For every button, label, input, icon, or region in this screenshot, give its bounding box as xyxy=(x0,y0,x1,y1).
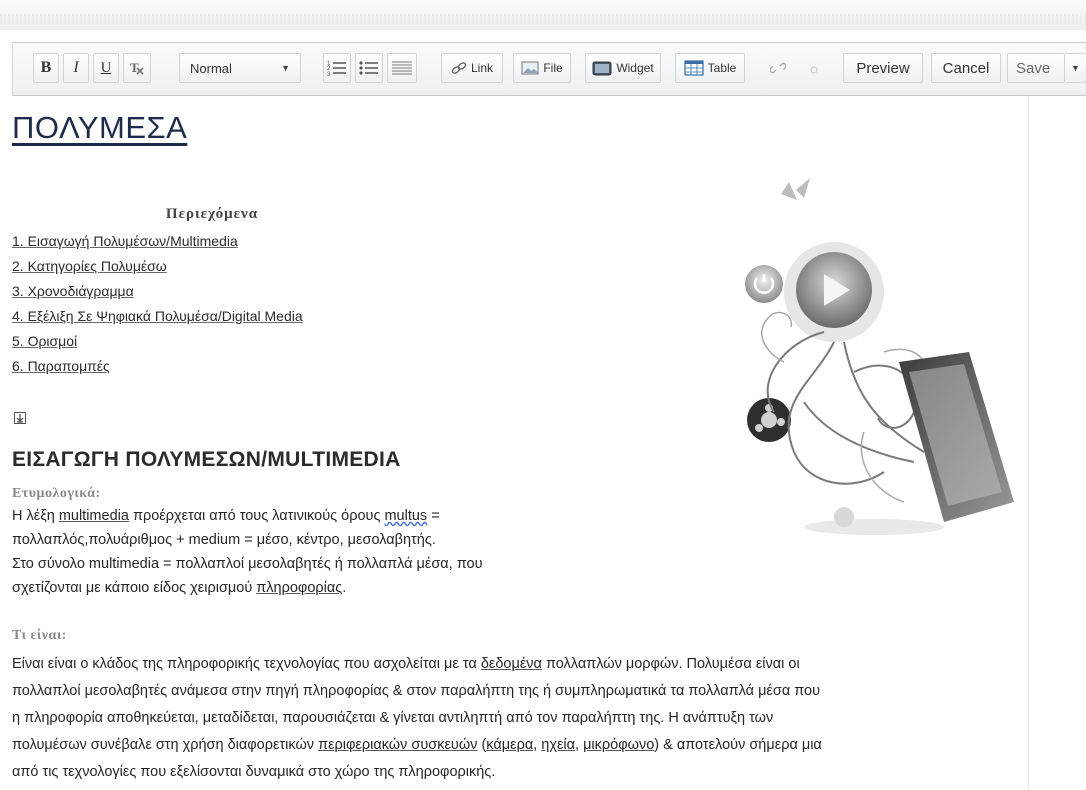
link-camera[interactable]: κάμερα xyxy=(486,737,533,753)
chevron-down-icon: ▼ xyxy=(281,63,290,73)
clear-format-icon: T xyxy=(130,60,144,75)
preview-button[interactable]: Preview xyxy=(843,53,923,83)
toc-item[interactable]: 2. Κατηγορίες Πολυμέσω xyxy=(12,254,442,279)
what-is-line: από τις τεχνολογίες που εξελίσονται δυνα… xyxy=(12,764,496,780)
table-of-contents: Περιεχόμενα 1. Εισαγωγή Πολυμέσων/Multim… xyxy=(12,206,442,379)
anchor-button[interactable] xyxy=(801,53,827,83)
widget-icon xyxy=(592,61,612,76)
editor-content[interactable]: ΠΟΛΥΜΕΣΑ Περιεχόμενα 1. Εισαγωγή Πολυμέσ… xyxy=(12,96,1029,790)
toc-item[interactable]: 3. Χρονοδιάγραμμα xyxy=(12,279,442,304)
window-top-band xyxy=(0,0,1086,30)
what-is-line: πολυμέσων συνέβαλε στη χρήση διαφορετικώ… xyxy=(12,732,1022,759)
multimedia-illustration xyxy=(745,178,1014,535)
page-title: ΠΟΛΥΜΕΣΑ xyxy=(12,110,188,145)
text: ) & αποτελούν σήμερα μια xyxy=(654,737,822,753)
save-options-dropdown[interactable]: ▼ xyxy=(1065,53,1086,83)
link-speakers[interactable]: ηχεία xyxy=(541,737,575,753)
link-button-label: Link xyxy=(470,61,493,75)
link-multimedia[interactable]: multimedia xyxy=(59,508,129,524)
text: ( xyxy=(477,737,487,753)
link-microphone[interactable]: μικρόφωνο xyxy=(583,737,654,753)
misspelled-word[interactable]: multus xyxy=(384,508,427,524)
cancel-button[interactable]: Cancel xyxy=(931,53,1001,83)
text: σχετίζονται με κάποιο είδος χειρισμού xyxy=(12,580,257,596)
underline-button[interactable]: U xyxy=(93,53,119,83)
bullet-list-button[interactable] xyxy=(355,53,383,83)
horizontal-rule-icon xyxy=(392,61,412,75)
text: . xyxy=(342,580,347,596)
save-button[interactable]: Save xyxy=(1007,53,1065,83)
toc-item[interactable]: 5. Ορισμοί xyxy=(12,329,442,354)
format-select[interactable]: Normal ▼ xyxy=(179,53,301,83)
link-button[interactable]: Link xyxy=(441,53,503,83)
what-is-paragraph: Είναι είναι ο κλάδος της πληροφορικής τε… xyxy=(12,651,1022,786)
power-icon xyxy=(745,265,783,303)
ordered-list-button[interactable]: 1 2 3 xyxy=(323,53,351,83)
bold-button[interactable]: B xyxy=(33,53,59,83)
link-peripherals[interactable]: περιφεριακών συσκευών xyxy=(318,737,477,753)
horizontal-rule-button[interactable] xyxy=(387,53,417,83)
bullet-list-icon xyxy=(359,61,378,75)
section-heading: ΕΙΣΑΓΩΓΗ ΠΟΛΥΜΕΣΩΝ/MULTIMEDIA xyxy=(12,448,401,471)
etymology-line: σχετίζονται με κάποιο είδος χειρισμού πλ… xyxy=(12,576,632,600)
table-button[interactable]: Table xyxy=(675,53,745,83)
link-data[interactable]: δεδομένα xyxy=(481,656,542,672)
etymology-paragraph: Η λέξη multimedia προέρχεται από τους λα… xyxy=(12,504,632,600)
file-button[interactable]: File xyxy=(513,53,571,83)
italic-button[interactable]: I xyxy=(63,53,89,83)
link-information[interactable]: πληροφορίας xyxy=(256,580,342,596)
text: προέρχεται από τους λατινικούς όρους xyxy=(128,508,385,524)
file-button-label: File xyxy=(543,61,563,75)
table-button-label: Table xyxy=(707,61,737,75)
ordered-list-icon: 1 2 3 xyxy=(327,61,346,77)
text: πολλαπλών μορφών. Πολυμέσα είναι οι xyxy=(541,656,800,672)
svg-text:3: 3 xyxy=(327,72,331,77)
editor-toolbar: B I U T Normal ▼ 1 2 3 Link File Widget … xyxy=(12,42,1086,96)
butterfly-icon xyxy=(781,178,810,200)
toc-item[interactable]: 1. Εισαγωγή Πολυμέσων/Multimedia xyxy=(12,229,442,254)
widget-button-label: Widget xyxy=(616,61,654,75)
format-select-value: Normal xyxy=(190,60,232,76)
unlink-button[interactable] xyxy=(765,53,791,83)
text: Η λέξη xyxy=(12,508,59,524)
table-icon xyxy=(684,60,704,76)
widget-button[interactable]: Widget xyxy=(585,53,661,83)
toc-item[interactable]: 6. Παραπομπές xyxy=(12,354,442,379)
what-is-label: Τι είναι: xyxy=(12,628,67,643)
text: Είναι είναι ο κλάδος της πληροφορικής τε… xyxy=(12,656,481,672)
what-is-line: Είναι είναι ο κλάδος της πληροφορικής τε… xyxy=(12,651,1022,678)
text: πολυμέσων συνέβαλε στη χρήση διαφορετικώ… xyxy=(12,737,319,753)
what-is-line: πολλαπλοί μεσολαβητές ανάμεσα στην πηγή … xyxy=(12,683,821,699)
chevron-down-icon: ▼ xyxy=(1071,63,1080,73)
etymology-line: Η λέξη multimedia προέρχεται από τους λα… xyxy=(12,504,632,528)
toc-toggle-icon[interactable] xyxy=(14,412,26,424)
etymology-label: Ετυμολογικά: xyxy=(12,486,101,501)
unlink-icon xyxy=(770,62,786,74)
text: = xyxy=(427,508,440,524)
etymology-line: πολλαπλός,πολυάριθμος + medium = μέσο, κ… xyxy=(12,532,436,548)
text: , xyxy=(575,737,584,753)
image-icon xyxy=(521,61,539,75)
link-icon xyxy=(451,62,467,74)
what-is-line: η πληροφορία αποθηκεύεται, μεταδίδεται, … xyxy=(12,710,774,726)
clear-format-button[interactable]: T xyxy=(123,53,151,83)
toc-item[interactable]: 4. Εξέλιξη Σε Ψηφιακά Πολυμέσα/Digital M… xyxy=(12,304,442,329)
anchor-icon xyxy=(810,66,818,74)
etymology-line: Στο σύνολο multimedia = πολλαπλοί μεσολα… xyxy=(12,556,483,572)
toc-title: Περιεχόμενα xyxy=(165,206,259,222)
